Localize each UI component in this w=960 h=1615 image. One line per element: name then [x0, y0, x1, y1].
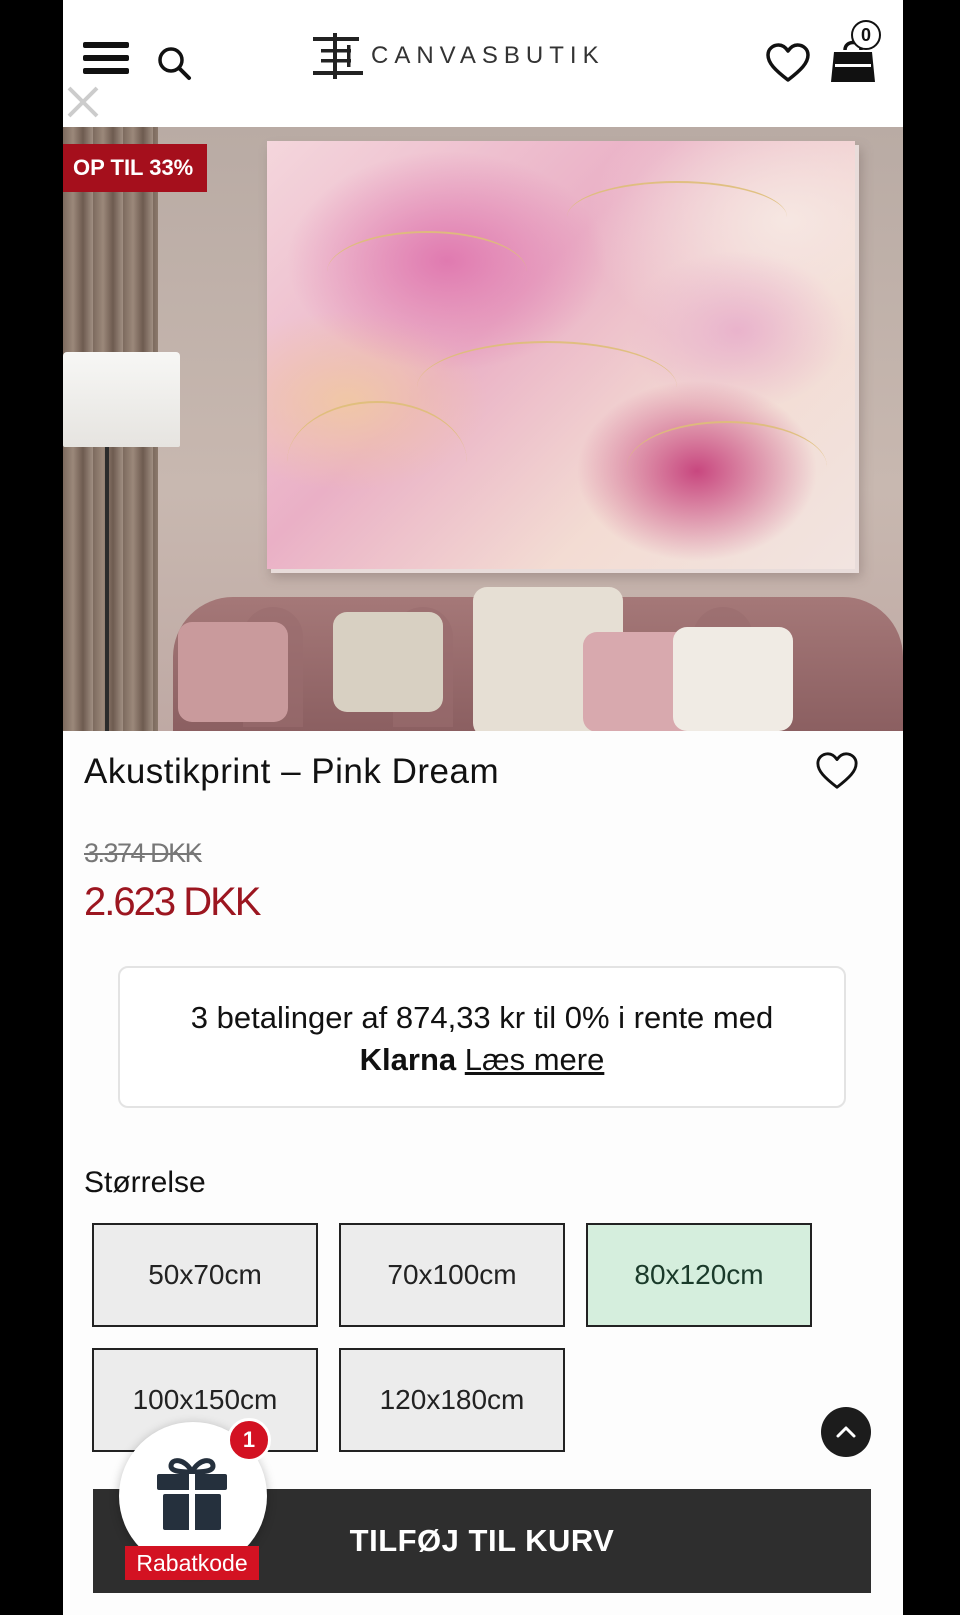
search-icon[interactable] [155, 44, 195, 84]
size-option-70x100[interactable]: 70x100cm [339, 1223, 565, 1327]
product-wishlist-heart-icon[interactable] [815, 750, 859, 792]
gift-icon [157, 1458, 227, 1530]
add-to-cart-label: TILFØJ TIL KURV [349, 1523, 615, 1558]
scroll-to-top-button[interactable] [821, 1407, 871, 1457]
klarna-read-more-link[interactable]: Læs mere [465, 1042, 605, 1077]
menu-icon[interactable] [83, 42, 129, 82]
hero-lamp [63, 352, 180, 447]
discount-code-label[interactable]: Rabatkode [125, 1546, 259, 1580]
close-icon[interactable] [63, 82, 103, 122]
wishlist-heart-icon[interactable] [765, 42, 811, 84]
size-option-80x120-selected[interactable]: 80x120cm [586, 1223, 812, 1327]
brand-name: CANVASBUTIK [371, 42, 605, 69]
product-title: Akustikprint – Pink Dream [84, 752, 500, 791]
chevron-up-icon [836, 1426, 856, 1438]
sale-badge: OP TIL 33% [63, 144, 208, 192]
klarna-installments-box: 3 betalinger af 874,33 kr til 0% i rente… [118, 966, 846, 1108]
logo-mark-icon [313, 33, 363, 79]
size-option-120x180[interactable]: 120x180cm [339, 1348, 565, 1452]
site-header: CANVASBUTIK 0 [63, 0, 903, 127]
cart-count-badge: 0 [851, 20, 881, 50]
size-option-50x70[interactable]: 50x70cm [92, 1223, 318, 1327]
size-label: Størrelse [84, 1166, 206, 1199]
discount-count-badge: 1 [227, 1418, 271, 1462]
product-hero-image[interactable]: OP TIL 33% [63, 127, 903, 731]
sale-price: 2.623 DKK [84, 880, 261, 924]
klarna-text: 3 betalinger af 874,33 kr til 0% i rente… [190, 1000, 774, 1035]
brand-logo[interactable]: CANVASBUTIK [311, 30, 605, 82]
original-price: 3.374 DKK [84, 838, 203, 868]
product-page: CANVASBUTIK 0 OP TIL 33% Akustikprint – … [63, 0, 903, 1615]
hero-canvas-artwork [267, 141, 855, 569]
klarna-brand: Klarna [359, 1042, 457, 1077]
